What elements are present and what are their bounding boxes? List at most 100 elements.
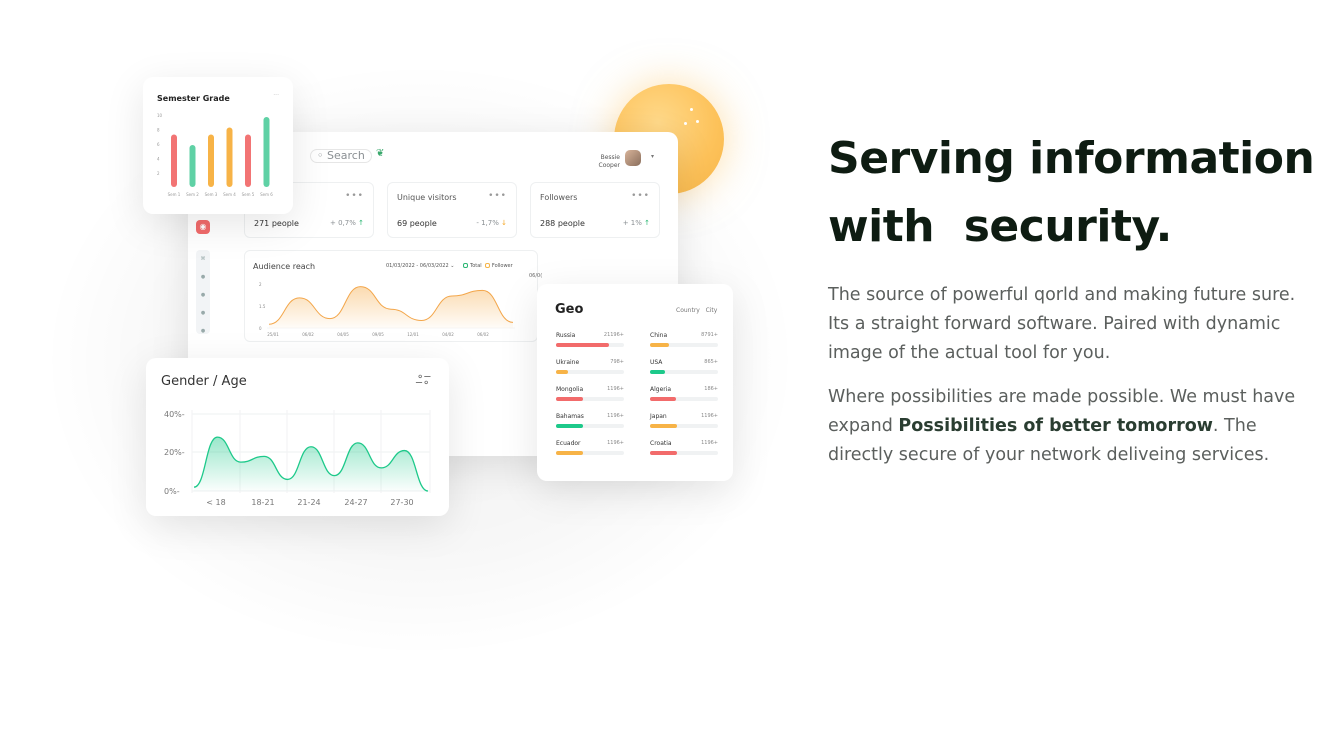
country-name: Croatia <box>650 440 672 447</box>
progress-track <box>556 424 624 428</box>
progress-track <box>650 451 718 455</box>
country-name: Mongolia <box>556 386 584 393</box>
stat-card-unique-visitors[interactable]: Unique visitors ••• 69 people - 1,7% ↓ <box>387 182 517 238</box>
bar <box>189 145 196 187</box>
progress-fill <box>556 424 584 428</box>
progress-track <box>650 370 718 374</box>
tab-country[interactable]: Country <box>676 307 700 314</box>
country-name: China <box>650 332 668 339</box>
user-first-name: Bessie <box>600 154 620 161</box>
bar <box>245 134 251 187</box>
progress-fill <box>650 397 676 401</box>
y-tick-label: 8 <box>157 128 160 133</box>
progress-track <box>650 343 718 347</box>
bar <box>208 134 214 187</box>
y-tick-label: 10 <box>157 113 163 118</box>
stat-change-value: + 1% <box>622 219 642 227</box>
stat-change-value: + 0,7% <box>330 219 356 227</box>
chevron-down-icon[interactable]: ▾ <box>651 153 654 160</box>
progress-track <box>650 424 718 428</box>
country-name: Japan <box>650 413 667 420</box>
sidebar: ◉ ⌘ ● ● ● ● <box>196 220 210 334</box>
brand-logo-icon[interactable]: ◉ <box>196 220 210 234</box>
arrow-up-icon: ↑ <box>644 219 650 227</box>
x-tick-label: 06/02 <box>477 332 489 337</box>
country-count: 1196+ <box>607 386 624 392</box>
stat-change: + 0,7% ↑ <box>330 219 364 227</box>
sidebar-item-users[interactable]: ● <box>196 286 210 304</box>
sidebar-item-home[interactable]: ⌘ <box>196 250 210 268</box>
gender-age-card: Gender / Age ⚬─ ─⚬ 40%- 20%- 0%- < 18 18-21 21… <box>146 358 449 516</box>
geo-title: Geo <box>555 302 584 317</box>
y-tick-label: 0 <box>259 326 262 331</box>
x-tick-label: Sem 6 <box>260 192 273 197</box>
user-name[interactable]: Bessie Cooper <box>588 154 621 170</box>
semester-grade-chart: 10 8 6 4 2 Sem 1 Sem 2 Sem 3 Sem 4 Sem 5 Sem 6 <box>157 113 273 197</box>
search-label: Search <box>327 149 365 162</box>
progress-track <box>556 397 624 401</box>
stat-change: + 1% ↑ <box>623 219 650 227</box>
bar <box>171 134 177 187</box>
headline-line-1: Serving information <box>828 133 1315 184</box>
headline-line-2: with security. <box>828 201 1172 252</box>
more-icon[interactable]: ••• <box>345 191 364 201</box>
x-tick-label: 27-30 <box>390 498 413 507</box>
leaf-icon[interactable]: ❦ <box>376 148 384 159</box>
x-tick-label: Sem 5 <box>242 192 255 197</box>
y-tick-label: 2 <box>259 282 262 287</box>
country-name: Ukraine <box>556 359 580 366</box>
audience-reach-panel: Audience reach 01/03/2022 - 06/03/2022 ⌄… <box>244 250 542 342</box>
x-tick-label: 06/02 <box>302 332 314 337</box>
x-tick-label: 24-27 <box>344 498 367 507</box>
progress-track <box>556 343 624 347</box>
search-input[interactable]: ◦ Search <box>310 149 372 163</box>
country-count: 1196+ <box>701 440 718 446</box>
bar <box>226 127 233 187</box>
x-tick-label: 04/02 <box>442 332 454 337</box>
progress-fill <box>650 343 670 347</box>
hero-paragraph-1: The source of powerful qorld and making … <box>828 285 1296 363</box>
hero-headline: Serving information with security. <box>828 125 1315 261</box>
para2-emphasis: Possibilities of better tomorrow <box>898 416 1213 436</box>
stat-card-followers[interactable]: Followers ••• 288 people + 1% ↑ <box>530 182 660 238</box>
country-count: 798+ <box>610 359 624 365</box>
semester-grade-card: Semester Grade ··· 10 8 6 4 2 Sem 1 Sem 2 Sem 3… <box>143 77 293 214</box>
x-tick-label: Sem 1 <box>168 192 181 197</box>
more-icon[interactable]: ••• <box>488 191 507 201</box>
audience-reach-chart: 2 1.5 0 25/01 06/02 04/05 09/05 12/01 04/02 06/02 <box>259 282 515 337</box>
sidebar-item-more[interactable]: ● <box>196 322 210 340</box>
x-tick-label: Sem 3 <box>205 192 218 197</box>
stat-change: - 1,7% ↓ <box>476 219 507 227</box>
avatar[interactable] <box>625 150 641 166</box>
x-tick-label: 18-21 <box>251 498 274 507</box>
bar <box>263 117 270 187</box>
progress-track <box>556 370 624 374</box>
country-name: Bahamas <box>556 413 584 420</box>
search-icon: ◦ <box>317 149 324 162</box>
more-icon[interactable]: ••• <box>631 191 650 201</box>
x-tick-label: 21-24 <box>297 498 320 507</box>
progress-fill <box>650 451 678 455</box>
country-name: USA <box>650 359 663 366</box>
progress-fill <box>556 370 569 374</box>
progress-fill <box>650 370 665 374</box>
stat-value: 69 people <box>397 219 437 228</box>
y-tick-label: 4 <box>157 157 160 162</box>
x-tick-label: 09/05 <box>372 332 384 337</box>
y-tick-label: 40%- <box>164 410 185 419</box>
country-count: 1196+ <box>607 413 624 419</box>
y-tick-label: 0%- <box>164 487 180 496</box>
gender-age-chart: 40%- 20%- 0%- < 18 18-21 21-24 24-27 27-30 <box>164 410 431 507</box>
hero-paragraph-2: Where possibilities are made possible. W… <box>828 383 1318 470</box>
sidebar-item-settings[interactable]: ● <box>196 304 210 322</box>
sidebar-item-stats[interactable]: ● <box>196 268 210 286</box>
geo-card: Geo Country City Russia 21196+ China 8791+ U… <box>537 284 733 481</box>
tab-city[interactable]: City <box>706 307 718 314</box>
arrow-down-icon: ↓ <box>501 219 507 227</box>
progress-fill <box>556 343 610 347</box>
country-count: 8791+ <box>701 332 718 338</box>
progress-track <box>650 397 718 401</box>
country-count: 1196+ <box>607 440 624 446</box>
stat-label: Unique visitors <box>397 193 457 202</box>
country-name: Algeria <box>650 386 672 393</box>
